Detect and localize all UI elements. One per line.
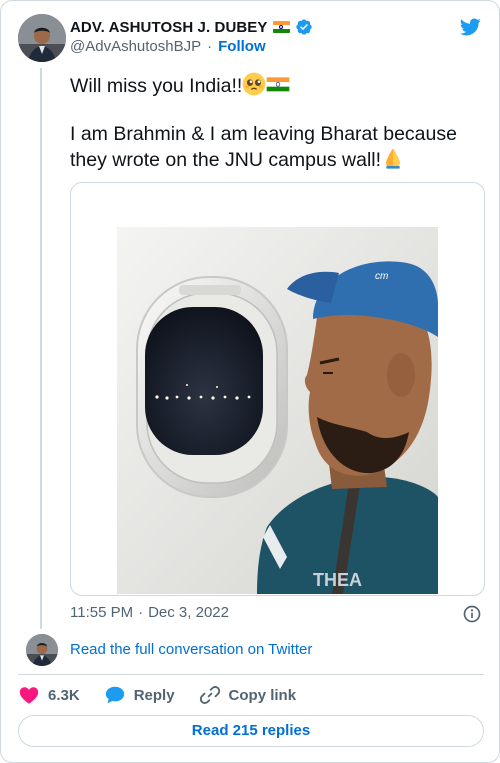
read-replies-button[interactable]: Read 215 replies — [18, 715, 484, 747]
pleading-face-emoji-icon — [242, 72, 266, 96]
heart-icon — [19, 687, 39, 704]
twitter-bird-icon[interactable] — [458, 16, 482, 38]
like-button[interactable]: 6.3K — [18, 684, 80, 706]
follow-button[interactable]: Follow — [218, 38, 266, 55]
tweet-text: Will miss you India!! I am Brahmin & I a… — [70, 72, 485, 172]
author-handle-row: @AdvAshutoshBJP · Follow — [70, 38, 266, 55]
india-flag-emoji-icon — [266, 77, 290, 92]
like-count: 6.3K — [48, 686, 80, 704]
tweet-time[interactable]: 11:55 PM — [70, 604, 133, 621]
handle-separator: · — [207, 38, 213, 55]
embedded-tweet-card: ADV. ASHUTOSH J. DUBEY @AdvAshutoshBJP ·… — [0, 0, 500, 763]
author-handle[interactable]: @AdvAshutoshBJP — [70, 38, 201, 55]
author-display-name[interactable]: ADV. ASHUTOSH J. DUBEY — [70, 19, 268, 36]
copy-link-button[interactable]: Copy link — [199, 684, 297, 706]
copy-link-label: Copy link — [228, 686, 297, 704]
author-avatar[interactable] — [18, 14, 66, 62]
author-name-row: ADV. ASHUTOSH J. DUBEY — [70, 16, 313, 38]
verified-badge-icon — [295, 19, 312, 35]
reply-bubble-icon — [105, 686, 124, 704]
tweet-actions: 6.3K Reply Copy link — [18, 681, 320, 709]
shirt-print-text: THEA — [313, 570, 362, 590]
tweet-photo[interactable]: THEA cm — [117, 227, 438, 594]
reply-label: Reply — [133, 686, 175, 704]
author-avatar-small[interactable] — [26, 634, 58, 666]
divider — [18, 674, 484, 675]
india-flag-icon — [272, 21, 290, 33]
link-icon — [199, 686, 220, 704]
timestamp-separator: · — [138, 604, 144, 621]
thread-connector-line — [40, 68, 42, 629]
read-full-conversation-link[interactable]: Read the full conversation on Twitter — [70, 641, 312, 658]
tweet-text-line-2: I am Brahmin & I am leaving Bharat becau… — [70, 122, 485, 172]
tweet-line-1-text: Will miss you India!! — [70, 75, 243, 97]
folded-hands-emoji-icon — [386, 148, 400, 169]
tweet-timestamp[interactable]: 11:55 PM · Dec 3, 2022 — [70, 604, 229, 621]
tweet-text-line-1: Will miss you India!! — [70, 72, 485, 98]
tweet-media[interactable]: THEA cm — [70, 182, 485, 596]
tweet-date[interactable]: Dec 3, 2022 — [148, 604, 229, 621]
cap-logo-text: cm — [375, 271, 388, 282]
info-icon[interactable] — [462, 604, 482, 624]
reply-button[interactable]: Reply — [104, 684, 175, 706]
